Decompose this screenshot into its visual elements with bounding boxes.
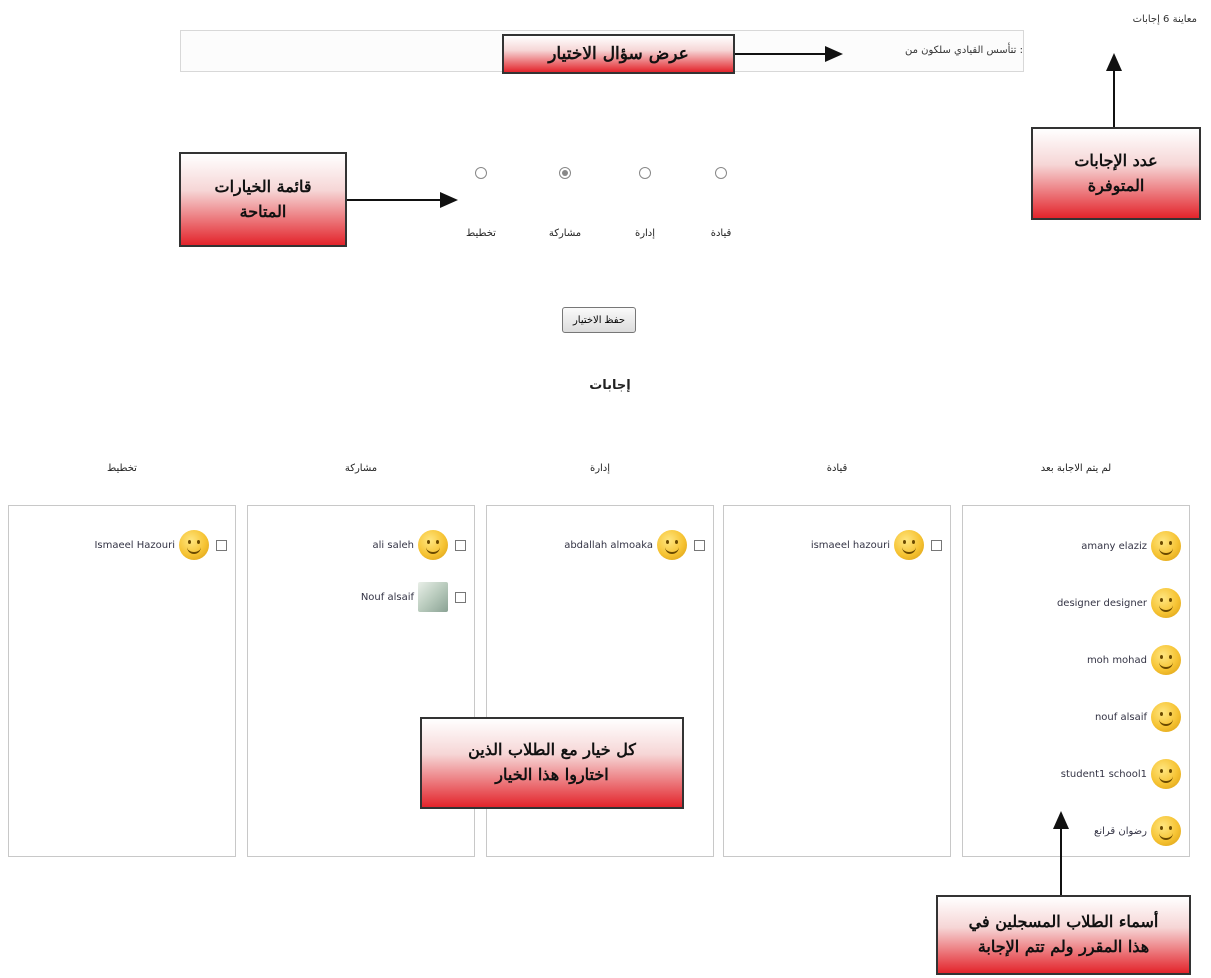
callout-options-list: قائمة الخيارات المتاحة bbox=[179, 152, 347, 247]
arrow-unanswered bbox=[1060, 829, 1062, 895]
callout-option-students-line2: اختاروا هذا الخيار bbox=[495, 765, 609, 784]
answers-available-link[interactable]: معاينة 6 إجابات bbox=[1133, 14, 1197, 25]
callout-unanswered-students: أسماء الطلاب المسجلين في هذا المقرر ولم … bbox=[936, 895, 1191, 975]
list-item: ismaeel hazouri bbox=[811, 530, 942, 560]
list-item: student1 school1 bbox=[1061, 759, 1181, 789]
photo-avatar bbox=[418, 582, 448, 612]
student-checkbox[interactable] bbox=[455, 591, 466, 603]
option-radio-1[interactable] bbox=[715, 167, 727, 179]
smiley-icon bbox=[418, 530, 448, 560]
smiley-icon bbox=[657, 530, 687, 560]
student-name: Nouf alsaif bbox=[360, 591, 414, 603]
arrow-options bbox=[347, 199, 442, 201]
column-option-1: ismaeel hazouri bbox=[723, 505, 951, 857]
list-item: moh mohad bbox=[1087, 645, 1181, 675]
list-item: abdallah almoaka bbox=[564, 530, 705, 560]
list-item: nouf alsaif bbox=[1095, 702, 1181, 732]
student-checkbox[interactable] bbox=[455, 539, 466, 551]
student-name: amany elaziz bbox=[1081, 540, 1147, 552]
arrowhead-options bbox=[440, 192, 458, 208]
student-name: رضوان قرانع bbox=[1094, 825, 1147, 837]
column-header-option-2: إدارة bbox=[589, 463, 611, 474]
student-checkbox[interactable] bbox=[694, 539, 705, 551]
smiley-icon bbox=[894, 530, 924, 560]
option-radio-4[interactable] bbox=[475, 167, 487, 179]
student-name: abdallah almoaka bbox=[564, 539, 653, 551]
column-header-option-3: مشاركة bbox=[344, 463, 378, 474]
option-label-1: قيادة bbox=[710, 228, 732, 239]
list-item: designer designer bbox=[1057, 588, 1181, 618]
column-option-4: Ismaeel Hazouri bbox=[8, 505, 236, 857]
column-header-option-1: قيادة bbox=[826, 463, 848, 474]
save-choice-button[interactable]: حفظ الاختيار bbox=[562, 307, 636, 333]
student-name: designer designer bbox=[1056, 597, 1147, 609]
student-name: ismaeel hazouri bbox=[810, 539, 890, 551]
smiley-icon bbox=[1151, 645, 1181, 675]
list-item: amany elaziz bbox=[1081, 531, 1181, 561]
option-label-3: مشاركة bbox=[548, 228, 582, 239]
student-name: moh mohad bbox=[1086, 654, 1147, 666]
arrowhead-answers-count bbox=[1106, 53, 1122, 71]
column-header-option-4: تخطيط bbox=[107, 463, 137, 474]
student-name: nouf alsaif bbox=[1094, 711, 1147, 723]
smiley-icon bbox=[1151, 588, 1181, 618]
option-label-2: إدارة bbox=[634, 228, 656, 239]
student-checkbox[interactable] bbox=[216, 539, 227, 551]
option-radio-3[interactable] bbox=[559, 167, 571, 179]
smiley-icon bbox=[1151, 816, 1181, 846]
option-radio-2[interactable] bbox=[639, 167, 651, 179]
answers-title: إجابات bbox=[589, 378, 631, 393]
arrowhead-unanswered bbox=[1053, 811, 1069, 829]
student-name: ali saleh bbox=[372, 539, 414, 551]
column-header-unanswered: لم يتم الاجابة بعد bbox=[1040, 463, 1112, 474]
callout-answers-count-line2: المتوفرة bbox=[1087, 175, 1145, 195]
callout-options-list-line2: المتاحة bbox=[239, 201, 287, 221]
option-label-4: تخطيط bbox=[466, 228, 496, 239]
list-item: Nouf alsaif bbox=[361, 582, 466, 612]
student-checkbox[interactable] bbox=[931, 539, 942, 551]
callout-option-students-line1: كل خيار مع الطلاب الذين bbox=[468, 740, 636, 760]
callout-answers-count: عدد الإجابات المتوفرة bbox=[1031, 127, 1201, 220]
callout-answers-count-line1: عدد الإجابات bbox=[1074, 150, 1158, 170]
arrow-question bbox=[735, 53, 827, 55]
smiley-icon bbox=[1151, 531, 1181, 561]
arrowhead-question bbox=[825, 46, 843, 62]
list-item: Ismaeel Hazouri bbox=[94, 530, 227, 560]
callout-question-display: عرض سؤال الاختيار bbox=[502, 34, 735, 74]
student-name: student1 school1 bbox=[1060, 768, 1147, 780]
callout-unanswered-students-line2: هذا المقرر ولم تتم الإجابة bbox=[977, 937, 1150, 956]
callout-question-display-text: عرض سؤال الاختيار bbox=[548, 43, 689, 64]
callout-option-students: كل خيار مع الطلاب الذين اختاروا هذا الخي… bbox=[420, 717, 684, 809]
smiley-icon bbox=[179, 530, 209, 560]
arrow-answers-count bbox=[1113, 70, 1115, 128]
question-text: تتأسس القيادي سلكون من : bbox=[905, 45, 1023, 56]
list-item: ali saleh bbox=[373, 530, 466, 560]
column-unanswered: amany elaziz designer designer moh mohad… bbox=[962, 505, 1190, 857]
callout-options-list-line1: قائمة الخيارات bbox=[214, 176, 312, 196]
smiley-icon bbox=[1151, 702, 1181, 732]
student-name: Ismaeel Hazouri bbox=[94, 539, 175, 551]
smiley-icon bbox=[1151, 759, 1181, 789]
list-item: رضوان قرانع bbox=[1094, 816, 1181, 846]
callout-unanswered-students-line1: أسماء الطلاب المسجلين في bbox=[968, 912, 1159, 932]
